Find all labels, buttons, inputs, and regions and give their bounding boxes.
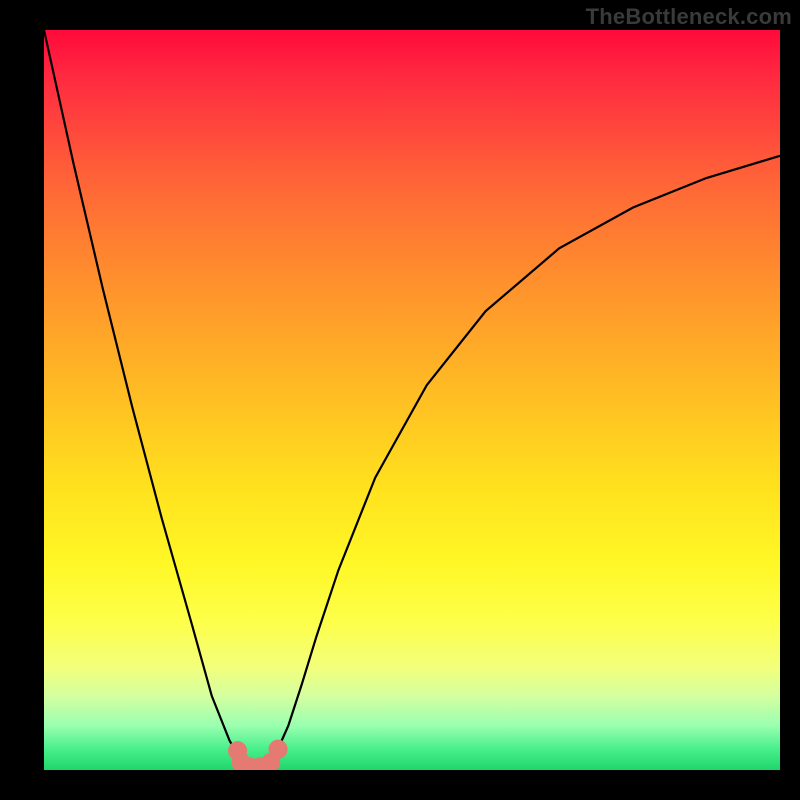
plot-area (44, 30, 780, 770)
marker-dot (268, 740, 287, 759)
watermark: TheBottleneck.com (586, 4, 792, 30)
bottleneck-curve (44, 30, 780, 770)
curve-svg (44, 30, 780, 770)
chart-frame: TheBottleneck.com (0, 0, 800, 800)
markers-group (228, 740, 288, 770)
